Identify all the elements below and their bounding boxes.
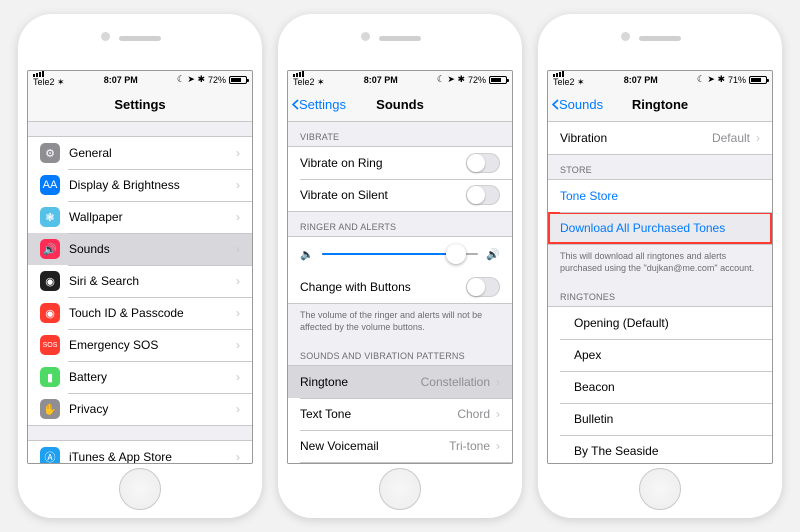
settings-row[interactable]: ❃Wallpaper›	[28, 201, 252, 233]
chevron-right-icon: ›	[236, 210, 240, 224]
status-bar: Tele2 ✶ 8:07 PM ☾ ➤ ✱ 71%	[548, 71, 772, 88]
settings-row[interactable]: ⚙︎General›	[28, 137, 252, 169]
nav-bar: Settings	[28, 88, 252, 122]
ringtone-row[interactable]: Apex	[548, 339, 772, 371]
chevron-right-icon: ›	[496, 407, 500, 421]
home-button[interactable]	[639, 468, 681, 510]
chevron-right-icon: ›	[236, 178, 240, 192]
ringtone-row[interactable]: Bulletin	[548, 403, 772, 435]
back-button[interactable]: Settings	[292, 97, 346, 112]
pattern-row[interactable]: New MailDing›	[288, 462, 512, 463]
chevron-right-icon: ›	[496, 439, 500, 453]
row-icon: AA	[40, 175, 60, 195]
phone-sounds: Tele2 ✶ 8:07 PM ☾ ➤ ✱ 72% Settings Sound…	[278, 14, 522, 518]
settings-row[interactable]: ◉Siri & Search›	[28, 265, 252, 297]
settings-row[interactable]: 🔊Sounds›	[28, 233, 252, 265]
volume-slider-row: 🔈 🔊	[288, 237, 512, 271]
status-bar: Tele2 ✶ 8:07 PM ☾ ➤ ✱ 72%	[28, 71, 252, 88]
nav-bar: Settings Sounds	[288, 88, 512, 122]
section-header: VIBRATE	[288, 122, 512, 146]
chevron-right-icon: ›	[236, 402, 240, 416]
row-change-buttons[interactable]: Change with Buttons	[288, 271, 512, 303]
row-icon: ▮	[40, 367, 60, 387]
row-vibration[interactable]: VibrationDefault›	[548, 122, 772, 154]
row-vibrate-ring[interactable]: Vibrate on Ring	[288, 147, 512, 179]
chevron-right-icon: ›	[236, 306, 240, 320]
page-title: Settings	[114, 97, 165, 112]
row-icon: ❃	[40, 207, 60, 227]
ringtone-row[interactable]: Beacon	[548, 371, 772, 403]
section-footer: The volume of the ringer and alerts will…	[288, 304, 512, 341]
home-button[interactable]	[119, 468, 161, 510]
row-vibrate-silent[interactable]: Vibrate on Silent	[288, 179, 512, 211]
settings-row[interactable]: SOSEmergency SOS›	[28, 329, 252, 361]
ringtone-row[interactable]: By The Seaside	[548, 435, 772, 463]
volume-slider[interactable]	[322, 253, 479, 255]
nav-bar: Sounds Ringtone	[548, 88, 772, 122]
section-header: SOUNDS AND VIBRATION PATTERNS	[288, 341, 512, 365]
section-header: STORE	[548, 155, 772, 179]
section-header: RINGTONES	[548, 282, 772, 306]
chevron-right-icon: ›	[236, 146, 240, 160]
chevron-right-icon: ›	[496, 375, 500, 389]
chevron-right-icon: ›	[236, 370, 240, 384]
phone-ringtone: Tele2 ✶ 8:07 PM ☾ ➤ ✱ 71% Sounds Rington…	[538, 14, 782, 518]
row-icon: 🔊	[40, 239, 60, 259]
row-download-purchased[interactable]: Download All Purchased Tones	[548, 212, 772, 244]
row-icon: ✋	[40, 399, 60, 419]
home-button[interactable]	[379, 468, 421, 510]
chevron-right-icon: ›	[236, 450, 240, 463]
row-icon: ◉	[40, 271, 60, 291]
row-icon: ⚙︎	[40, 143, 60, 163]
back-button[interactable]: Sounds	[552, 97, 603, 112]
pattern-row[interactable]: RingtoneConstellation›	[288, 366, 512, 398]
toggle[interactable]	[466, 153, 500, 173]
row-icon: Ⓐ	[40, 447, 60, 463]
page-title: Ringtone	[632, 97, 688, 112]
settings-row[interactable]: AADisplay & Brightness›	[28, 169, 252, 201]
toggle[interactable]	[466, 185, 500, 205]
page-title: Sounds	[376, 97, 424, 112]
status-bar: Tele2 ✶ 8:07 PM ☾ ➤ ✱ 72%	[288, 71, 512, 88]
pattern-row[interactable]: Text ToneChord›	[288, 398, 512, 430]
row-icon: SOS	[40, 335, 60, 355]
settings-row[interactable]: ▮Battery›	[28, 361, 252, 393]
chevron-right-icon: ›	[236, 242, 240, 256]
settings-row[interactable]: ✋Privacy›	[28, 393, 252, 425]
volume-low-icon: 🔈	[300, 248, 314, 261]
section-footer: This will download all ringtones and ale…	[548, 245, 772, 282]
settings-row[interactable]: ⒶiTunes & App Store›	[28, 441, 252, 463]
chevron-right-icon: ›	[756, 131, 760, 145]
settings-row[interactable]: ◉Touch ID & Passcode›	[28, 297, 252, 329]
chevron-right-icon: ›	[236, 338, 240, 352]
section-header: RINGER AND ALERTS	[288, 212, 512, 236]
toggle[interactable]	[466, 277, 500, 297]
chevron-right-icon: ›	[236, 274, 240, 288]
pattern-row[interactable]: New VoicemailTri-tone›	[288, 430, 512, 462]
phone-settings: Tele2 ✶ 8:07 PM ☾ ➤ ✱ 72% Settings ⚙︎Gen…	[18, 14, 262, 518]
ringtone-row[interactable]: Opening (Default)	[548, 307, 772, 339]
volume-high-icon: 🔊	[486, 248, 500, 261]
row-icon: ◉	[40, 303, 60, 323]
row-tone-store[interactable]: Tone Store	[548, 180, 772, 212]
